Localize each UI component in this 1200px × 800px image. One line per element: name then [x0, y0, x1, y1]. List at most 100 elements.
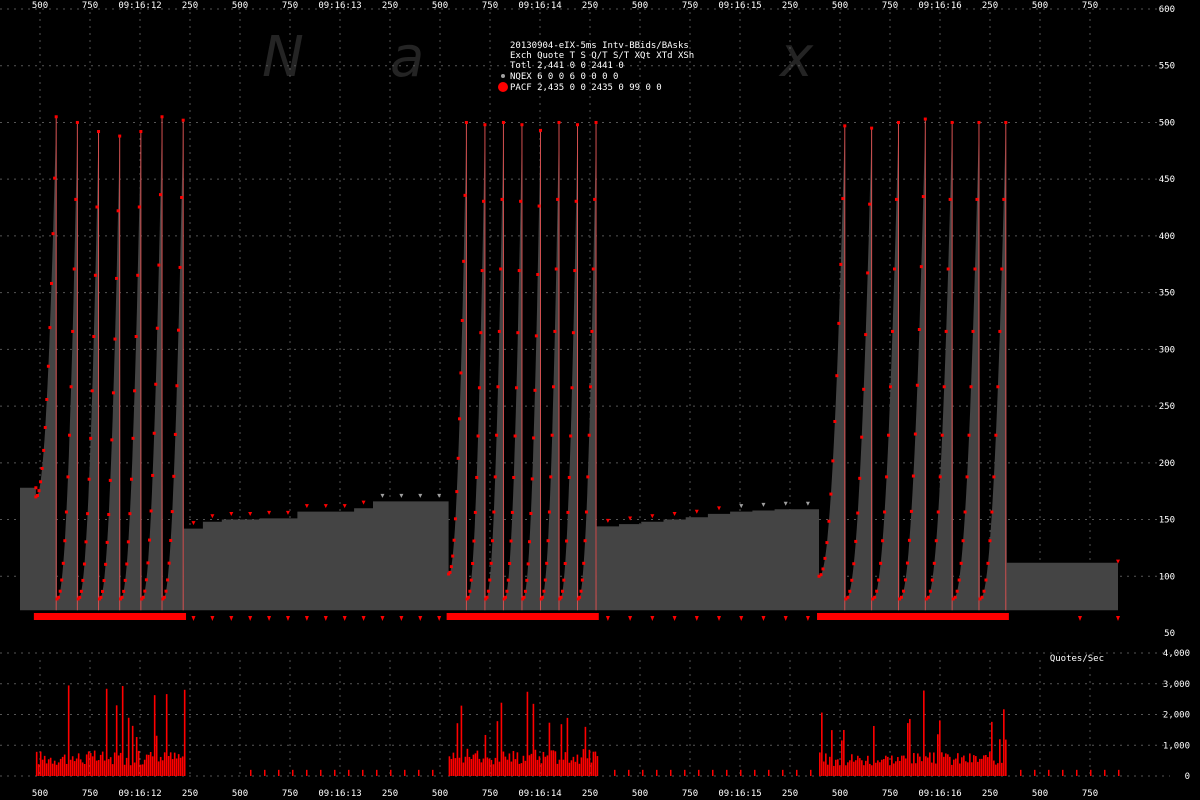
- quote-marker: [304, 504, 309, 509]
- x-tick-label: 750: [682, 1, 698, 11]
- rate-bar: [698, 769, 700, 776]
- rate-bar: [121, 686, 124, 776]
- quote-marker: [579, 589, 583, 593]
- activity-tick: [761, 616, 766, 621]
- quote-marker: [486, 589, 490, 593]
- quote-marker: [475, 475, 479, 479]
- rate-bar: [173, 752, 176, 776]
- y-tick-label: 1,000: [1163, 741, 1190, 751]
- rate-bar: [810, 769, 812, 776]
- pacf-legend-marker: [498, 82, 508, 92]
- rate-bar: [839, 765, 841, 776]
- rate-bar: [494, 757, 497, 776]
- quote-marker: [549, 475, 553, 479]
- quote-marker: [113, 337, 117, 341]
- quote-marker: [57, 595, 61, 599]
- quote-marker: [87, 477, 91, 481]
- quote-marker: [576, 123, 580, 127]
- quote-marker: [566, 510, 570, 514]
- y-tick-label: 100: [1159, 572, 1175, 582]
- rate-bar: [67, 685, 70, 776]
- rate-bar: [83, 764, 86, 776]
- quote-marker: [479, 331, 483, 335]
- rate-bar: [250, 769, 252, 776]
- quote-marker: [493, 475, 497, 479]
- quote-marker: [883, 510, 887, 514]
- quote-marker: [476, 434, 480, 438]
- activity-tick: [342, 616, 347, 621]
- x-tick-label: 750: [482, 1, 498, 11]
- quote-marker: [504, 595, 508, 599]
- quote-marker: [460, 318, 464, 322]
- activity-tick: [1078, 616, 1082, 621]
- rate-bar: [568, 762, 571, 776]
- quote-marker: [456, 456, 460, 460]
- activity-tick: [361, 616, 366, 621]
- activity-tick: [717, 616, 722, 621]
- quote-marker: [522, 595, 526, 599]
- rate-bar: [177, 754, 180, 776]
- x-tick-label: 250: [182, 1, 198, 11]
- rate-bar: [1076, 769, 1078, 776]
- axis-labels: 600 550 500 450 400 350 300 250 200 150 100 50 4,000…: [32, 1, 1190, 799]
- quote-marker: [157, 263, 161, 267]
- quote-marker: [587, 433, 591, 437]
- rate-bar: [161, 760, 164, 776]
- x-tick-label: 09:16:13: [318, 1, 361, 11]
- y-tick-label: 450: [1159, 175, 1175, 185]
- quote-marker: [567, 475, 571, 479]
- legend: 20130904-eIX-5ms Intv-BBids/BAsksExch Qu…: [498, 41, 694, 93]
- activity-tick: [248, 616, 253, 621]
- rate-bar: [975, 756, 977, 776]
- quote-marker: [513, 434, 517, 438]
- quote-marker: [944, 329, 948, 333]
- rate-bar: [474, 753, 477, 776]
- rate-bar: [915, 763, 917, 776]
- quote-marker: [82, 562, 86, 566]
- rate-bar: [147, 754, 150, 776]
- quote-marker: [160, 115, 164, 119]
- quote-marker: [148, 538, 152, 542]
- rate-bar: [530, 753, 533, 776]
- rate-bar: [544, 756, 547, 776]
- x-tick-label: 750: [82, 789, 98, 799]
- rate-bar: [536, 759, 539, 776]
- rate-bar: [432, 769, 434, 776]
- rate-panel-title: Quotes/Sec: [1050, 654, 1104, 664]
- quote-marker: [831, 459, 835, 463]
- quote-marker: [509, 539, 513, 543]
- quote-marker: [936, 510, 940, 514]
- quote-marker: [866, 271, 870, 275]
- rate-bar: [991, 721, 993, 776]
- rate-bar: [109, 757, 112, 776]
- quote-marker: [901, 589, 905, 593]
- quote-marker: [532, 436, 536, 440]
- quote-marker: [118, 134, 122, 138]
- x-tick-label: 250: [182, 789, 198, 799]
- rate-bar: [155, 735, 158, 776]
- activity-tick: [191, 616, 196, 621]
- quote-marker: [451, 554, 455, 558]
- quote-marker: [86, 512, 90, 516]
- rate-bar: [516, 752, 519, 776]
- quote-marker: [547, 510, 551, 514]
- x-tick-label: 500: [32, 789, 48, 799]
- watermark-letter: x: [778, 25, 814, 90]
- quote-marker: [934, 539, 938, 543]
- quote-marker: [37, 489, 41, 493]
- rate-bar: [115, 705, 118, 776]
- quote-marker: [35, 494, 39, 498]
- quote-marker: [819, 573, 823, 577]
- rate-bar: [873, 725, 875, 776]
- quote-marker: [39, 480, 43, 484]
- quote-marker: [506, 578, 510, 582]
- gridlines: [0, 8, 1170, 777]
- quote-marker: [75, 120, 79, 124]
- x-tick-label: 750: [1082, 1, 1098, 11]
- quote-marker: [48, 326, 52, 330]
- rate-bar: [45, 763, 48, 776]
- rate-bar: [837, 759, 839, 776]
- quote-marker: [177, 328, 181, 332]
- rate-bar: [829, 756, 831, 776]
- quote-marker: [449, 565, 453, 569]
